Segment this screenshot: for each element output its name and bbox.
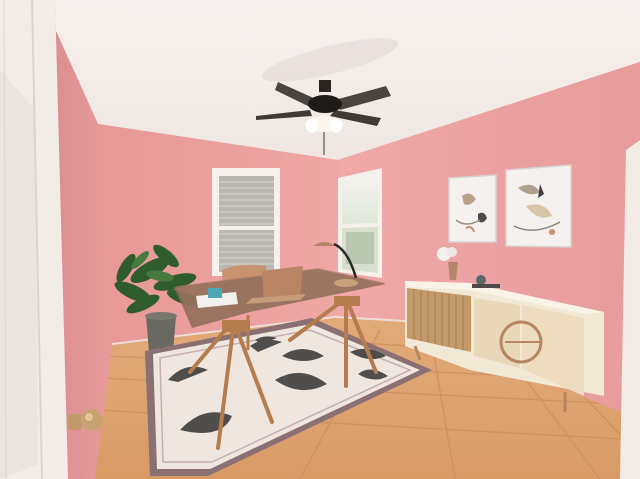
- window-left: [212, 168, 280, 276]
- wall-art-right: [505, 164, 572, 248]
- window-right: [338, 168, 382, 278]
- wall-art-left: [448, 174, 497, 243]
- room-photo: [0, 0, 640, 479]
